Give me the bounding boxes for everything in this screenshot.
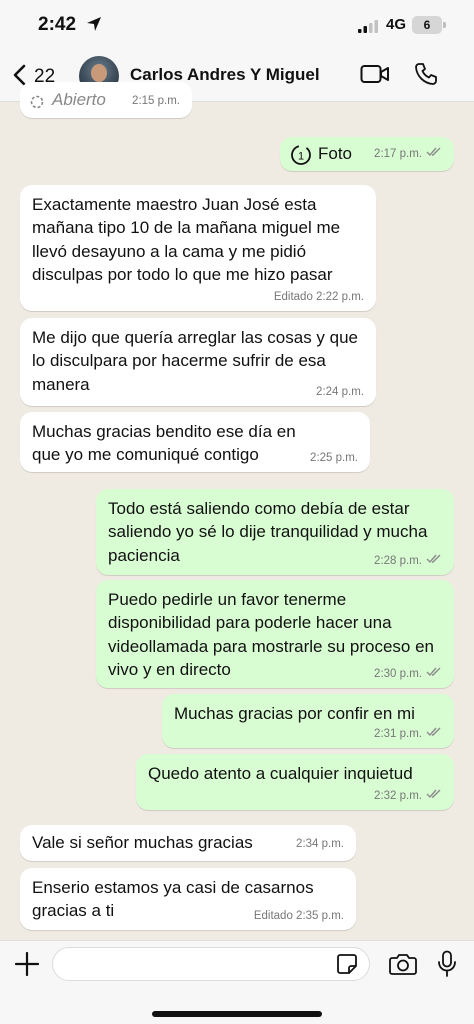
message-text: Me dijo que quería arreglar las cosas y … — [32, 328, 359, 394]
message-time: 2:32 p.m. — [374, 790, 422, 803]
read-ticks-icon — [426, 667, 442, 683]
network-type: 4G — [386, 16, 407, 33]
read-ticks-icon — [426, 789, 442, 805]
message-time: 2:17 p.m. — [374, 148, 422, 161]
message-incoming[interactable]: Me dijo que quería arreglar las cosas y … — [20, 318, 376, 406]
phone-icon[interactable] — [414, 62, 438, 91]
sticker-icon[interactable] — [336, 953, 358, 980]
message-time: 2:30 p.m. — [374, 668, 422, 681]
read-ticks-icon — [426, 554, 442, 570]
status-bar: 2:42 4G 6 — [0, 0, 474, 50]
battery-indicator: 6 — [412, 16, 442, 34]
svg-text:1: 1 — [298, 151, 304, 163]
message-time: 2:34 p.m. — [296, 838, 344, 851]
message-meta: 2:17 p.m. — [374, 147, 442, 163]
message-outgoing[interactable]: Todo está saliendo como debía de estar s… — [96, 489, 454, 575]
composer-bar — [0, 940, 474, 1024]
message-time: 2:15 p.m. — [132, 95, 180, 108]
message-outgoing-photo[interactable]: 1 Foto 2:17 p.m. — [280, 137, 454, 171]
signal-icon — [358, 20, 378, 38]
message-outgoing[interactable]: Muchas gracias por confir en mi 2:31 p.m… — [162, 694, 454, 748]
message-meta: 2:30 p.m. — [374, 667, 442, 683]
message-time: 2:25 p.m. — [310, 452, 358, 465]
message-incoming[interactable]: Vale si señor muchas gracias 2:34 p.m. — [20, 825, 356, 861]
plus-icon[interactable] — [14, 951, 40, 982]
video-call-icon[interactable] — [360, 63, 390, 90]
clock-icon — [30, 92, 44, 115]
home-indicator — [152, 1011, 322, 1017]
location-arrow-icon — [86, 16, 102, 37]
message-outgoing[interactable]: Puedo pedirle un favor tenerme disponibi… — [96, 580, 454, 688]
message-time: 2:28 p.m. — [374, 555, 422, 568]
battery-tip — [443, 22, 446, 28]
message-outgoing[interactable]: Quedo atento a cualquier inquietud 2:32 … — [136, 754, 454, 810]
message-time: Editado 2:35 p.m. — [253, 910, 344, 923]
message-meta: 2:31 p.m. — [374, 727, 442, 743]
message-input[interactable] — [52, 947, 370, 981]
status-time: 2:42 — [38, 14, 77, 35]
message-text: Quedo atento a cualquier inquietud — [148, 764, 413, 783]
message-meta: 2:28 p.m. — [374, 554, 442, 570]
message-incoming[interactable]: Muchas gracias bendito ese día en que yo… — [20, 412, 370, 472]
read-ticks-icon — [426, 727, 442, 743]
message-text: Exactamente maestro Juan José esta mañan… — [32, 195, 341, 285]
message-meta: 2:32 p.m. — [374, 789, 442, 805]
message-incoming[interactable]: Abierto 2:15 p.m. — [20, 82, 192, 118]
message-time: Editado 2:22 p.m. — [273, 291, 364, 304]
message-incoming[interactable]: Exactamente maestro Juan José esta mañan… — [20, 185, 376, 311]
avatar-face — [91, 64, 107, 82]
message-incoming[interactable]: Enserio estamos ya casi de casarnos grac… — [20, 868, 356, 930]
message-text: Muchas gracias por confir en mi — [174, 704, 415, 723]
microphone-icon[interactable] — [437, 950, 457, 983]
read-ticks-icon — [426, 147, 442, 163]
camera-icon[interactable] — [389, 952, 417, 981]
message-time: 2:31 p.m. — [374, 728, 422, 741]
view-once-icon: 1 — [290, 144, 312, 172]
message-time: 2:24 p.m. — [316, 386, 364, 399]
